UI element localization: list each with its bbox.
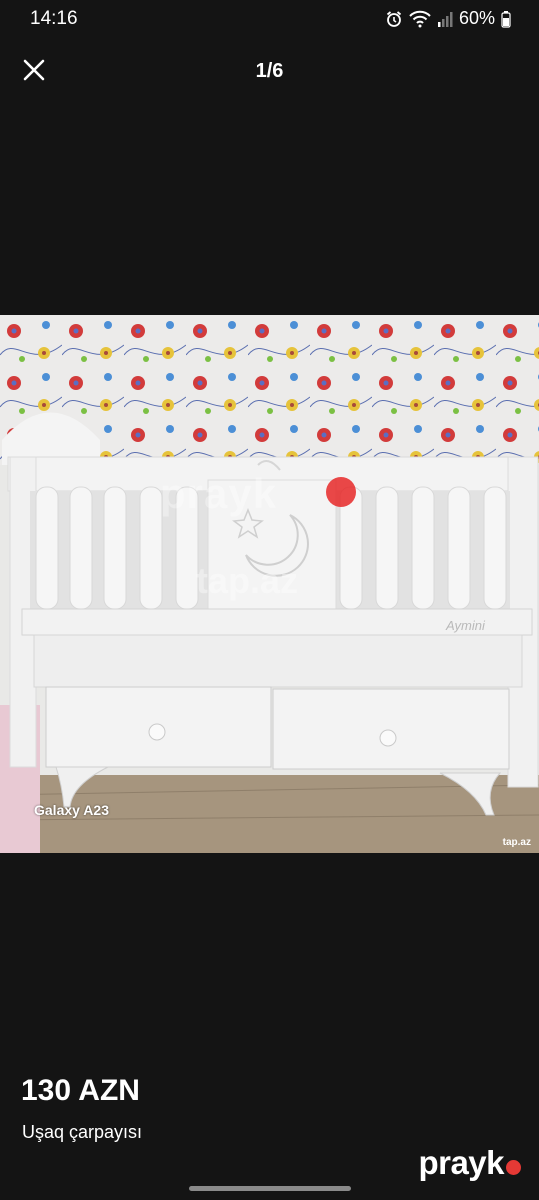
logo-text: prayk <box>418 1144 504 1181</box>
wifi-icon <box>409 10 431 28</box>
corner-watermark: tap.az <box>502 837 531 848</box>
signal-icon <box>437 10 453 28</box>
status-icons: 60% <box>385 8 511 29</box>
status-bar: 14:16 60% <box>0 0 539 36</box>
logo-dot-icon <box>506 1159 521 1175</box>
listing-price: 130 AZN <box>21 1074 140 1107</box>
home-indicator[interactable] <box>189 1186 351 1191</box>
viewer-header: 1/6 <box>0 50 539 94</box>
listing-title: Uşaq çarpayısı <box>22 1122 143 1142</box>
prayk-logo: prayk <box>418 1144 521 1182</box>
crib-brand-plate: Aymini <box>446 618 485 633</box>
watermark-site: tap.az <box>196 560 299 601</box>
battery-percent: 60% <box>458 8 495 28</box>
watermark-dot <box>326 477 356 507</box>
status-time: 14:16 <box>30 8 78 29</box>
listing-photo[interactable]: prayk tap.az Aymini Galaxy A23 tap.az <box>0 315 539 853</box>
image-counter: 1/6 <box>255 60 284 82</box>
battery-icon <box>501 10 511 28</box>
watermark-brand: prayk <box>160 470 278 517</box>
camera-label: Galaxy A23 <box>34 802 109 818</box>
alarm-icon <box>385 10 403 28</box>
